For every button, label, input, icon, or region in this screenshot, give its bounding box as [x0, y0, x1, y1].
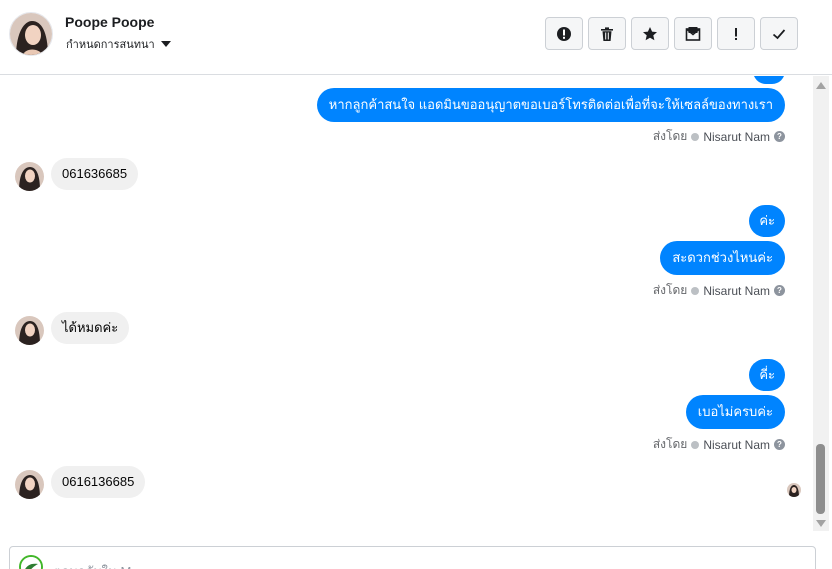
conversation-label-text: กำหนดการสนทนา: [66, 39, 155, 51]
message-bubble-outgoing: สะดวกช่วงไหนค่ะ: [660, 241, 785, 275]
page-avatar-icon: [19, 555, 43, 569]
star-button[interactable]: [631, 17, 669, 50]
conversation-label-dropdown[interactable]: กำหนดการสนทนา: [66, 35, 171, 53]
follow-up-button[interactable]: [717, 17, 755, 50]
agent-name[interactable]: Nisarut Nam: [703, 284, 770, 298]
exclamation-icon: [735, 27, 737, 40]
envelope-icon: [685, 26, 701, 41]
scroll-up-arrow-icon[interactable]: [816, 82, 826, 89]
message-bubble-outgoing: หากลูกค้าสนใจ แอดมินขออนุญาตขอเบอร์โทรติ…: [316, 88, 785, 122]
help-icon[interactable]: ?: [774, 439, 785, 450]
contact-avatar[interactable]: [9, 12, 53, 56]
contact-message-avatar[interactable]: [15, 316, 44, 345]
help-icon[interactable]: ?: [774, 131, 785, 142]
agent-avatar-icon: [691, 132, 700, 141]
message-bubble-incoming: ได้หมดค่ะ: [51, 312, 130, 344]
exclamation-circle-icon: [557, 26, 571, 41]
thread-scrollbar[interactable]: [813, 76, 829, 531]
reply-input[interactable]: ตอบกลับใน Messenger: [9, 546, 816, 569]
reply-placeholder: ตอบกลับใน Messenger: [53, 561, 185, 569]
scroll-thumb[interactable]: [816, 444, 825, 514]
seen-indicator-avatar: [787, 483, 801, 497]
agent-avatar-icon: [691, 286, 700, 295]
sent-by-label: ส่งโดย: [652, 437, 688, 451]
conversation-toolbar: [545, 17, 798, 50]
agent-name[interactable]: Nisarut Nam: [703, 130, 770, 144]
trash-icon: [601, 26, 613, 41]
agent-name[interactable]: Nisarut Nam: [703, 438, 770, 452]
contact-message-avatar[interactable]: [15, 162, 44, 191]
contact-message-avatar[interactable]: [15, 470, 44, 499]
message-bubble-outgoing: เบอไม่ครบค่ะ: [685, 395, 785, 429]
message-bubble-incoming: 0616136685: [51, 466, 146, 498]
message-bubble-outgoing: ค่ะ: [749, 205, 785, 237]
contact-name: Poope Poope: [65, 14, 155, 30]
sent-by-label: ส่งโดย: [652, 129, 688, 143]
mark-unread-button[interactable]: [674, 17, 712, 50]
caret-down-icon: [160, 41, 171, 47]
star-icon: [643, 26, 657, 40]
check-icon: [772, 28, 786, 39]
sent-by-meta: ส่งโดย Nisarut Nam ?: [653, 127, 785, 146]
sent-by-meta: ส่งโดย Nisarut Nam ?: [653, 281, 785, 300]
message-bubble-outgoing-partial: [753, 76, 785, 84]
delete-button[interactable]: [588, 17, 626, 50]
scroll-down-arrow-icon[interactable]: [816, 520, 826, 527]
mark-done-button[interactable]: [760, 17, 798, 50]
message-bubble-outgoing: คี่ะ: [749, 359, 785, 391]
sent-by-label: ส่งโดย: [652, 283, 688, 297]
agent-avatar-icon: [691, 440, 700, 449]
sent-by-meta: ส่งโดย Nisarut Nam ?: [653, 435, 785, 454]
conversation-header: Poope Poope กำหนดการสนทนา: [0, 0, 832, 75]
message-bubble-incoming: 061636685: [51, 158, 139, 190]
spam-alert-button[interactable]: [545, 17, 583, 50]
message-thread: หากลูกค้าสนใจ แอดมินขออนุญาตขอเบอร์โทรติ…: [0, 76, 812, 541]
help-icon[interactable]: ?: [774, 285, 785, 296]
